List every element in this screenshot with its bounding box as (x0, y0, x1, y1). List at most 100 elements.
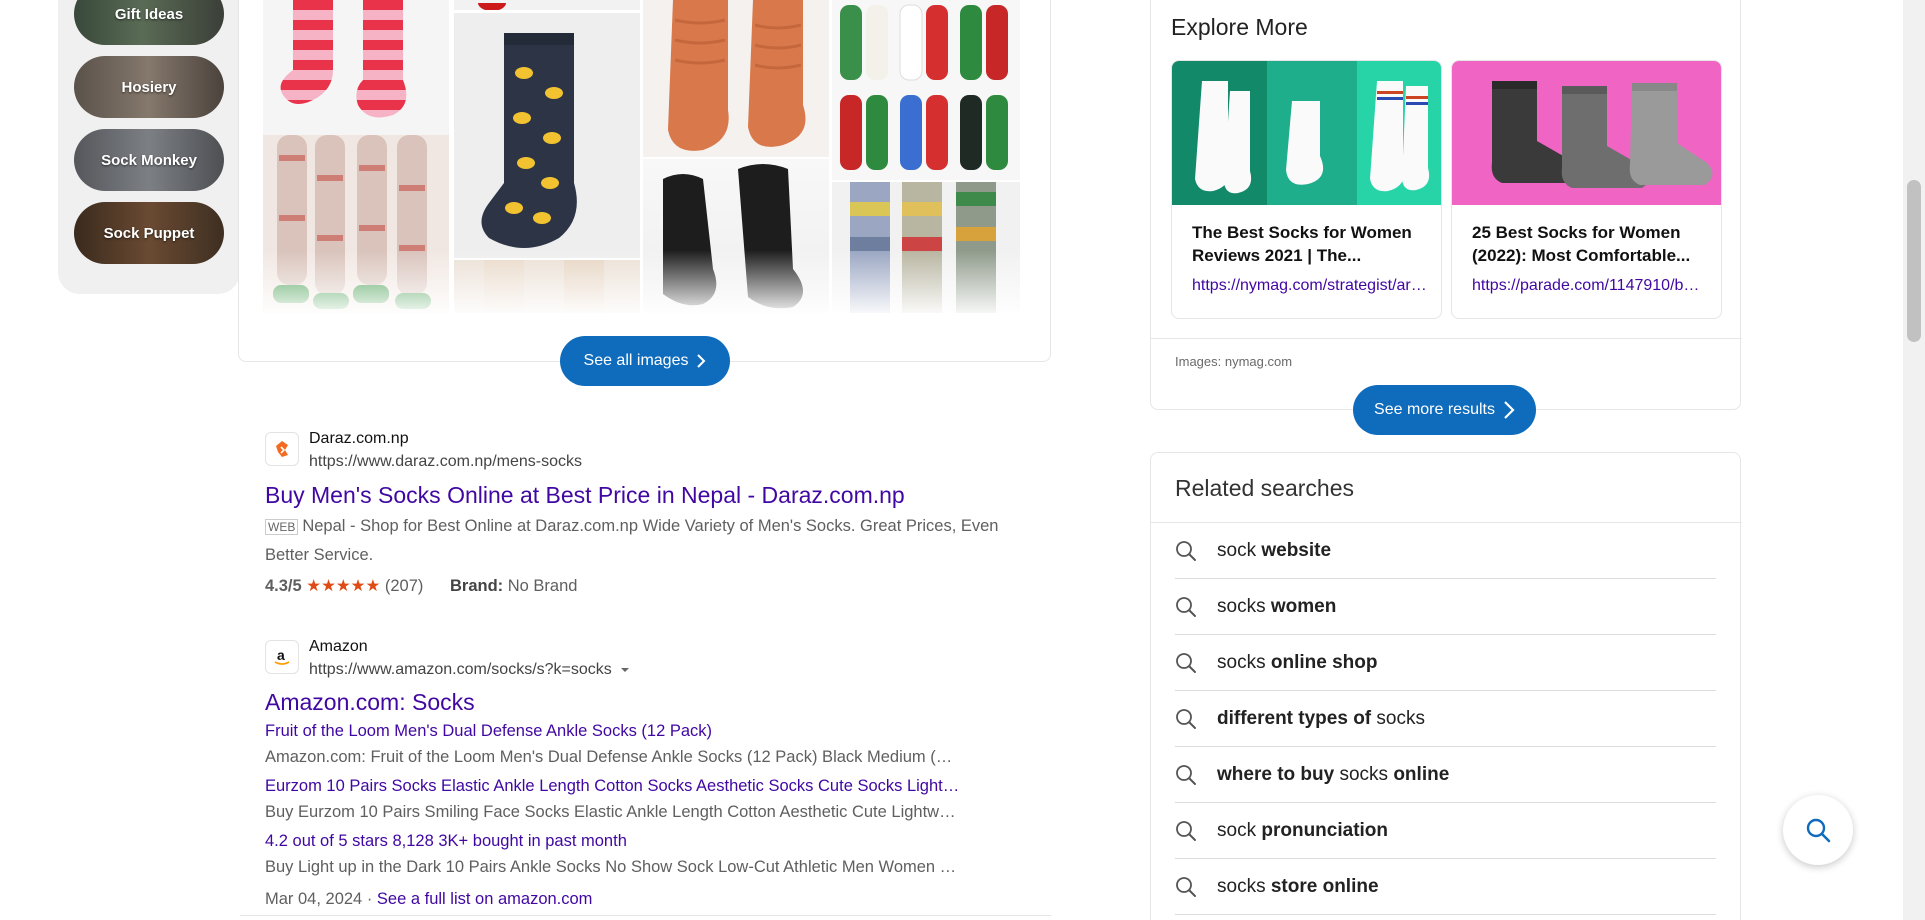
related-search-text: socks online shop (1217, 652, 1377, 674)
page-scrollbar[interactable] (1903, 0, 1925, 920)
related-pills-panel: Gift Ideas Hosiery Sock Monkey Sock Pupp… (58, 0, 240, 294)
explore-card-title: The Best Socks for Women Reviews 2021 | … (1192, 223, 1412, 265)
full-list-link[interactable]: See a full list on amazon.com (377, 890, 593, 908)
deep-link[interactable]: 4.2 out of 5 stars 8,128 3K+ bought in p… (265, 832, 1005, 851)
brand-label: Brand: (449, 577, 504, 595)
related-search-fragment: different types of (1217, 707, 1377, 729)
svg-text:a: a (277, 647, 285, 663)
deep-link-snippet: Amazon.com: Fruit of the Loom Men's Dual… (265, 748, 953, 766)
images-credit: Images: nymag.com (1175, 354, 1293, 369)
related-search-item[interactable]: socks online shop (1175, 635, 1716, 691)
related-search-item[interactable]: socks store online (1175, 859, 1716, 915)
related-search-text: sock pronunciation (1217, 820, 1388, 842)
related-search-fragment: pronunciation (1261, 819, 1389, 841)
image-thumbnail[interactable] (454, 0, 640, 10)
rating-stars: ★★★★★ (306, 577, 381, 595)
christmas-sock-grid-image (840, 4, 1008, 170)
duck-sock-image (481, 33, 577, 248)
image-strip (478, 0, 506, 10)
explore-card-image (1172, 61, 1441, 205)
explore-card-link[interactable]: https://nymag.com/strategist/article/bes… (1192, 277, 1428, 295)
black-knee-socks-image (663, 164, 803, 309)
image-thumbnail[interactable] (832, 0, 1020, 180)
related-search-item[interactable]: where to buy socks online (1175, 747, 1716, 803)
deep-link[interactable]: Fruit of the Loom Men's Dual Defense Ank… (265, 722, 1005, 741)
result-snippet-text: Nepal - Shop for Best Online at Daraz.co… (265, 517, 999, 564)
related-search-fragment: sock (1217, 819, 1262, 841)
result-title-link[interactable]: Buy Men's Socks Online at Best Price in … (265, 482, 905, 509)
search-icon (1176, 820, 1196, 841)
explore-card[interactable]: 25 Best Socks for Women (2022): Most Com… (1451, 60, 1722, 319)
pill-sock-monkey[interactable]: Sock Monkey (74, 129, 224, 191)
result-url[interactable]: https://www.daraz.com.np/mens-socks (309, 453, 582, 471)
see-all-images-button[interactable]: See all images (560, 336, 730, 386)
related-search-item[interactable]: socks women (1175, 579, 1716, 635)
deep-link-snippet: Buy Eurzom 10 Pairs Smiling Face Socks E… (265, 803, 956, 821)
related-search-item[interactable]: different types of socks (1175, 691, 1716, 747)
see-more-results-button[interactable]: See more results (1353, 385, 1536, 435)
pill-label: Sock Monkey (101, 151, 197, 169)
search-icon (1806, 818, 1831, 843)
explore-card-title: 25 Best Socks for Women (2022): Most Com… (1472, 223, 1691, 265)
related-search-item[interactable]: sock pronunciation (1175, 803, 1716, 859)
result-site-name: Amazon (309, 638, 368, 655)
chevron-right-icon (697, 354, 706, 368)
related-search-fragment: socks (1217, 595, 1271, 617)
see-more-results-label: See more results (1374, 401, 1495, 418)
search-icon (1176, 596, 1196, 617)
related-searches-panel: Related searches sock website socks women… (1150, 452, 1742, 920)
image-thumbnail[interactable] (263, 0, 449, 135)
search-icon (1176, 652, 1196, 673)
christmas-socks-legs-image (263, 135, 449, 313)
related-search-fragment: socks (1339, 763, 1394, 785)
image-thumbnail[interactable] (263, 135, 449, 313)
image-thumbnail[interactable] (643, 0, 829, 157)
pill-gift-ideas[interactable]: Gift Ideas (74, 0, 224, 45)
related-search-item[interactable]: sock website (1175, 523, 1716, 579)
search-icon (1176, 540, 1196, 561)
related-search-fragment: socks (1217, 651, 1271, 673)
amazon-logo-icon: a (265, 640, 299, 674)
striped-tube-socks-image (850, 182, 996, 313)
brand-value: No Brand (507, 577, 578, 595)
caret-down-icon[interactable] (620, 666, 630, 674)
divider (240, 915, 1051, 916)
search-result-amazon: a Amazon https://www.amazon.com/socks/s?… (265, 638, 1025, 915)
result-footer: Mar 04, 2024 · See a full list on amazon… (265, 890, 1005, 909)
result-snippet: WEB Nepal - Shop for Best Online at Daraz… (265, 512, 1015, 569)
search-icon (1176, 708, 1196, 729)
pill-label: Gift Ideas (114, 5, 184, 23)
explore-more-title: Explore More (1171, 14, 1308, 40)
white-socks-image (1172, 61, 1441, 205)
striped-socks-image (280, 0, 407, 118)
image-thumbnail[interactable] (832, 182, 1020, 313)
image-thumbnail[interactable] (454, 13, 640, 258)
scrollbar-thumb[interactable] (1907, 180, 1921, 342)
result-date: Mar 04, 2024 (265, 890, 363, 908)
explore-card-link[interactable]: https://parade.com/1147910/best-socks-fo… (1472, 277, 1708, 295)
pill-hosiery[interactable]: Hosiery (74, 56, 224, 118)
see-all-images-label: See all images (583, 352, 689, 369)
floating-search-button[interactable] (1783, 795, 1853, 865)
image-thumbnail[interactable] (643, 159, 829, 313)
web-tag: WEB (265, 519, 299, 535)
related-search-fragment: sock (1217, 539, 1262, 561)
rating-value: 4.3/5 (265, 577, 302, 595)
explore-card[interactable]: The Best Socks for Women Reviews 2021 | … (1171, 60, 1442, 319)
deep-link[interactable]: Eurzom 10 Pairs Socks Elastic Ankle Leng… (265, 777, 1005, 796)
related-search-fragment: socks (1376, 707, 1425, 729)
explore-card-image (1452, 61, 1721, 205)
pill-sock-puppet[interactable]: Sock Puppet (74, 202, 224, 264)
result-rating-row: 4.3/5 ★★★★★ (207) Brand: No Brand (265, 572, 577, 600)
related-search-fragment: where to buy (1217, 763, 1340, 785)
result-url[interactable]: https://www.amazon.com/socks/s?k=socks (309, 661, 630, 679)
related-search-text: socks store online (1217, 876, 1379, 898)
separator: · (362, 890, 377, 908)
search-icon (1176, 876, 1196, 897)
result-title-link[interactable]: Amazon.com: Socks (265, 689, 475, 716)
search-icon (1176, 764, 1196, 785)
ankle-socks-image (1452, 61, 1721, 205)
related-searches-title: Related searches (1175, 475, 1354, 501)
related-search-text: socks women (1217, 596, 1336, 618)
image-thumbnail[interactable] (454, 260, 640, 313)
